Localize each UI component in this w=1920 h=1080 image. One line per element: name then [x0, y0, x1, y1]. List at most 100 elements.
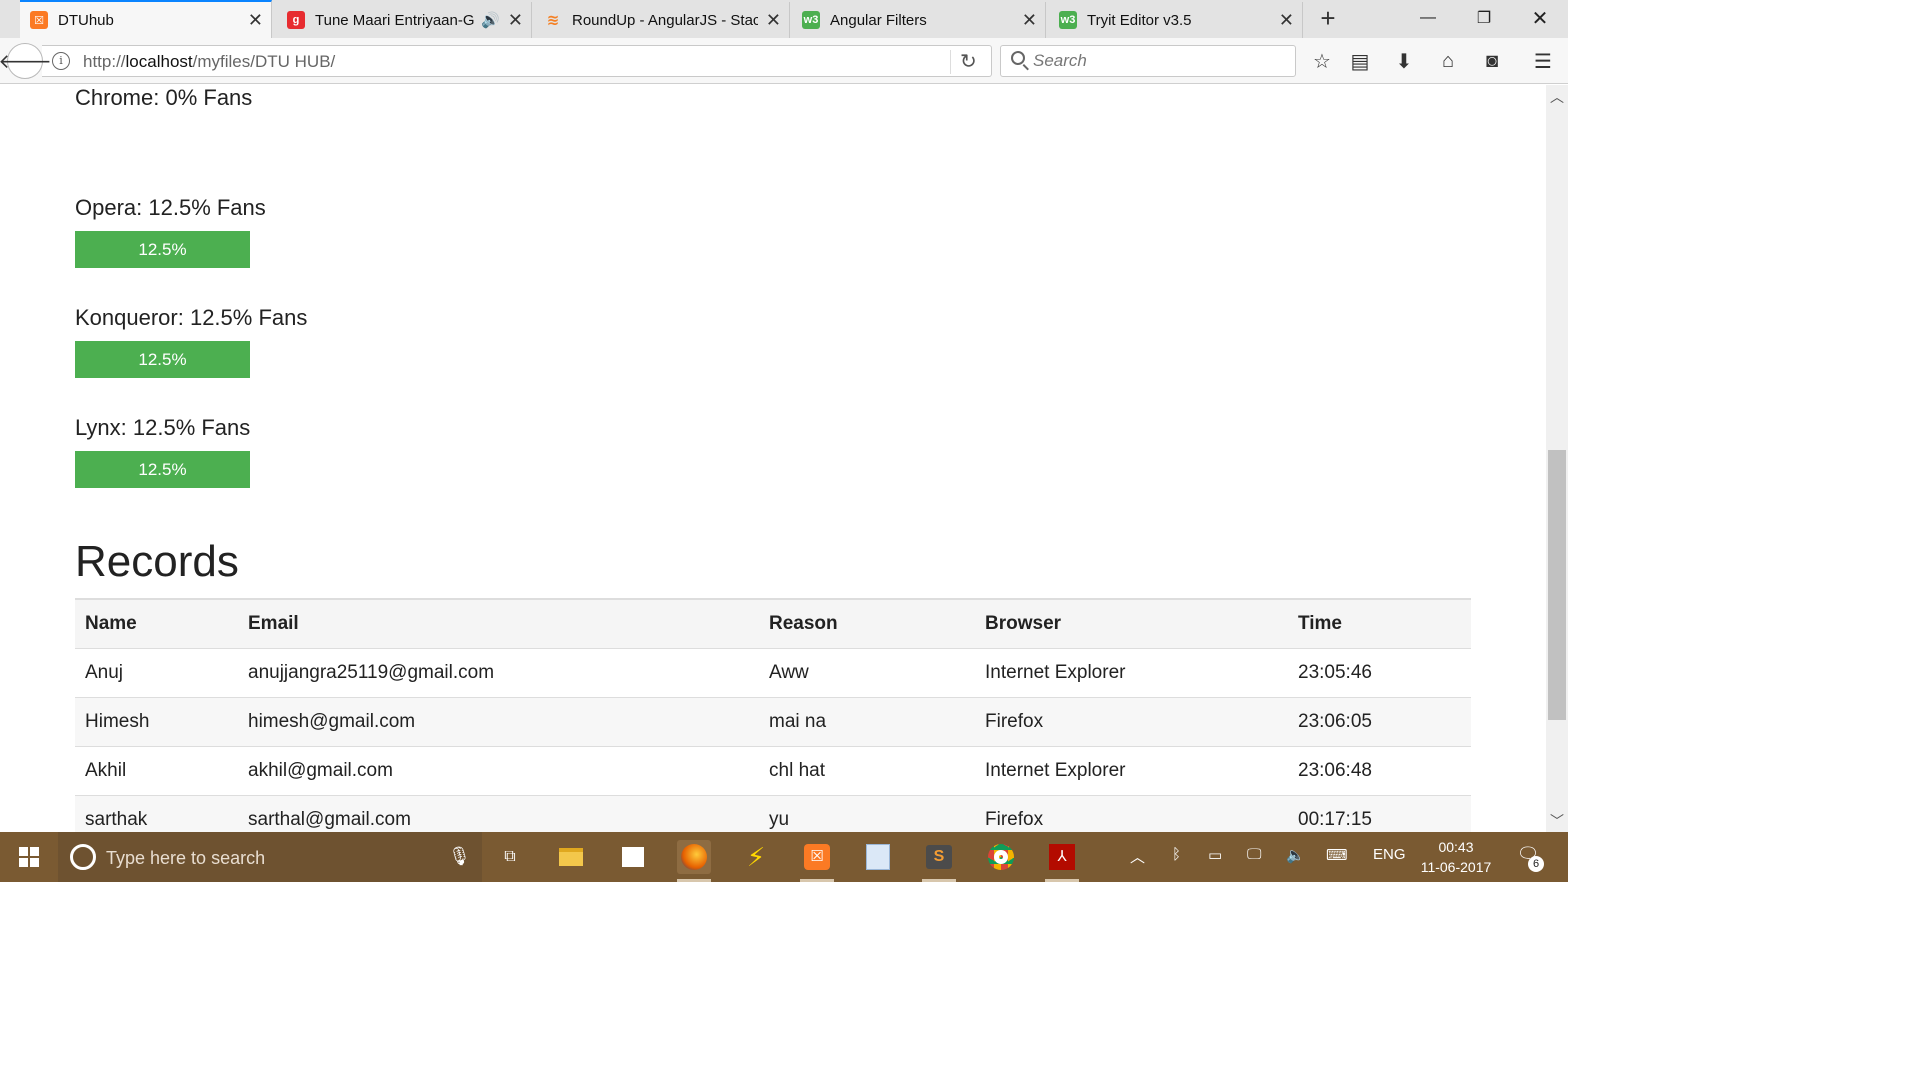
file-explorer-icon[interactable]: [554, 840, 588, 874]
battery-icon[interactable]: ▭: [1208, 846, 1222, 864]
cell-time: 23:06:48: [1288, 746, 1471, 796]
new-tab-button[interactable]: +: [1314, 4, 1342, 34]
stat-label-chrome: Chrome: 0% Fans: [75, 85, 253, 110]
cell-email: sarthal@gmail.com: [238, 795, 759, 832]
volume-icon[interactable]: 🔈: [1286, 846, 1305, 864]
home-icon[interactable]: ⌂: [1434, 48, 1462, 74]
tab-title: Angular Filters: [830, 11, 927, 29]
tab-title: RoundUp - AngularJS - Stack: [572, 11, 758, 29]
tab-dtuhub[interactable]: ☒ DTUhub ✕: [20, 0, 272, 38]
downloads-icon[interactable]: ⬇: [1390, 48, 1418, 74]
pocket-icon[interactable]: ◙: [1478, 48, 1506, 74]
winamp-icon[interactable]: ⚡: [739, 840, 773, 874]
search-input[interactable]: [1033, 50, 1283, 72]
cell-browser: Firefox: [975, 697, 1288, 747]
action-center-icon[interactable]: 🗨 6: [1514, 844, 1544, 872]
bluetooth-icon[interactable]: ᛒ: [1172, 846, 1181, 863]
xampp-icon: ☒: [30, 11, 48, 29]
network-icon[interactable]: 🖵: [1247, 846, 1261, 863]
progress-bar-lynx: 12.5%: [75, 451, 250, 488]
acrobat-reader-icon[interactable]: ⅄: [1045, 840, 1079, 882]
address-bar[interactable]: i http://localhost/myfiles/DTU HUB/ ↻: [42, 45, 992, 77]
table-row: Anuj anujjangra25119@gmail.com Aww Inter…: [75, 648, 1471, 698]
stat-label-konqueror: Konqueror: 12.5% Fans: [75, 305, 308, 330]
tab-angular-filters[interactable]: w3 Angular Filters ✕: [792, 2, 1046, 38]
start-button[interactable]: [0, 832, 58, 882]
records-table: Name Email Reason Browser Time Anuj anuj…: [75, 598, 1471, 832]
cell-time: 00:17:15: [1288, 795, 1471, 832]
tab-stackoverflow[interactable]: ≋ RoundUp - AngularJS - Stack ✕: [534, 2, 790, 38]
taskbar-search-input[interactable]: [106, 846, 426, 870]
scroll-up-arrow-icon[interactable]: ︿: [1546, 87, 1568, 107]
close-tab-icon[interactable]: ✕: [508, 11, 523, 29]
sublime-text-icon[interactable]: S: [922, 840, 956, 882]
url-path: /myfiles/DTU HUB/: [192, 52, 336, 71]
scroll-down-arrow-icon[interactable]: ﹀: [1546, 811, 1568, 831]
close-window-button[interactable]: ✕: [1512, 0, 1568, 36]
close-tab-icon[interactable]: ✕: [766, 11, 781, 29]
task-view-icon[interactable]: ⧉: [493, 840, 527, 874]
search-box[interactable]: [1000, 45, 1296, 77]
table-row: Himesh himesh@gmail.com mai na Firefox 2…: [75, 697, 1471, 747]
firefox-icon[interactable]: [677, 840, 711, 882]
cell-name: Anuj: [75, 648, 238, 698]
url-host: localhost: [125, 52, 193, 71]
touch-keyboard-icon[interactable]: ⌨: [1326, 846, 1348, 864]
url-text[interactable]: http://localhost/myfiles/DTU HUB/: [83, 52, 335, 72]
xampp-taskbar-icon[interactable]: ☒: [800, 840, 834, 882]
cell-email: himesh@gmail.com: [238, 697, 759, 747]
back-button[interactable]: 🡐: [0, 43, 52, 79]
notepad-icon[interactable]: [861, 840, 895, 874]
tab-title: Tryit Editor v3.5: [1087, 11, 1192, 29]
cell-email: akhil@gmail.com: [238, 746, 759, 796]
cell-reason: mai na: [759, 697, 975, 747]
records-heading: Records: [75, 537, 239, 586]
bookmark-star-icon[interactable]: ☆: [1308, 48, 1336, 74]
stat-label-lynx: Lynx: 12.5% Fans: [75, 415, 251, 440]
search-icon: [1011, 51, 1025, 65]
minimize-button[interactable]: —: [1400, 0, 1456, 36]
clock[interactable]: 00:43 11-06-2017: [1410, 837, 1502, 877]
w3schools-icon: w3: [802, 11, 820, 29]
show-hidden-icons-icon[interactable]: ︿: [1130, 846, 1145, 867]
notification-count-badge: 6: [1528, 856, 1544, 872]
gaana-icon: g: [287, 11, 305, 29]
tab-tryit-editor[interactable]: w3 Tryit Editor v3.5 ✕: [1049, 2, 1303, 38]
progress-bar-opera: 12.5%: [75, 231, 250, 268]
clock-time: 00:43: [1438, 839, 1474, 855]
reload-icon[interactable]: ↻: [960, 49, 977, 74]
page-content: Chrome: 0% Fans Opera: 12.5% Fans 12.5% …: [0, 85, 1546, 832]
menu-icon[interactable]: ☰: [1529, 48, 1557, 74]
divider: [950, 50, 951, 74]
info-icon[interactable]: i: [52, 52, 70, 70]
cell-name: Himesh: [75, 697, 238, 747]
language-indicator[interactable]: ENG: [1373, 846, 1406, 863]
store-icon[interactable]: [616, 840, 650, 874]
close-tab-icon[interactable]: ✕: [1022, 11, 1037, 29]
chrome-icon[interactable]: [984, 840, 1018, 874]
tab-strip: ☒ DTUhub ✕ g Tune Maari Entriyaan-Gu 🔊 ✕…: [0, 0, 1568, 38]
close-tab-icon[interactable]: ✕: [1279, 11, 1294, 29]
taskbar-search[interactable]: 🎙: [58, 832, 482, 882]
clock-date: 11-06-2017: [1420, 859, 1492, 875]
close-tab-icon[interactable]: ✕: [248, 11, 263, 29]
scrollbar-thumb[interactable]: [1548, 450, 1566, 720]
cell-email: anujjangra25119@gmail.com: [238, 648, 759, 698]
cell-reason: yu: [759, 795, 975, 832]
cortana-icon[interactable]: [70, 844, 96, 870]
table-row: Akhil akhil@gmail.com chl hat Internet E…: [75, 746, 1471, 796]
stackoverflow-icon: ≋: [546, 12, 560, 29]
restore-button[interactable]: ❐: [1456, 0, 1512, 36]
cell-reason: chl hat: [759, 746, 975, 796]
tab-gaana[interactable]: g Tune Maari Entriyaan-Gu 🔊 ✕: [277, 2, 532, 38]
table-row: sarthak sarthal@gmail.com yu Firefox 00:…: [75, 795, 1471, 832]
column-header-name: Name: [75, 598, 238, 649]
column-header-browser: Browser: [975, 598, 1288, 649]
tab-title: DTUhub: [58, 11, 114, 29]
vertical-scrollbar[interactable]: ︿ ﹀: [1546, 85, 1568, 832]
url-scheme: http://: [83, 52, 126, 71]
speaker-icon[interactable]: 🔊: [481, 11, 500, 29]
tab-title: Tune Maari Entriyaan-Gu: [315, 11, 476, 29]
microphone-icon[interactable]: 🎙: [448, 846, 471, 867]
bookmarks-library-icon[interactable]: ▤: [1346, 48, 1374, 74]
